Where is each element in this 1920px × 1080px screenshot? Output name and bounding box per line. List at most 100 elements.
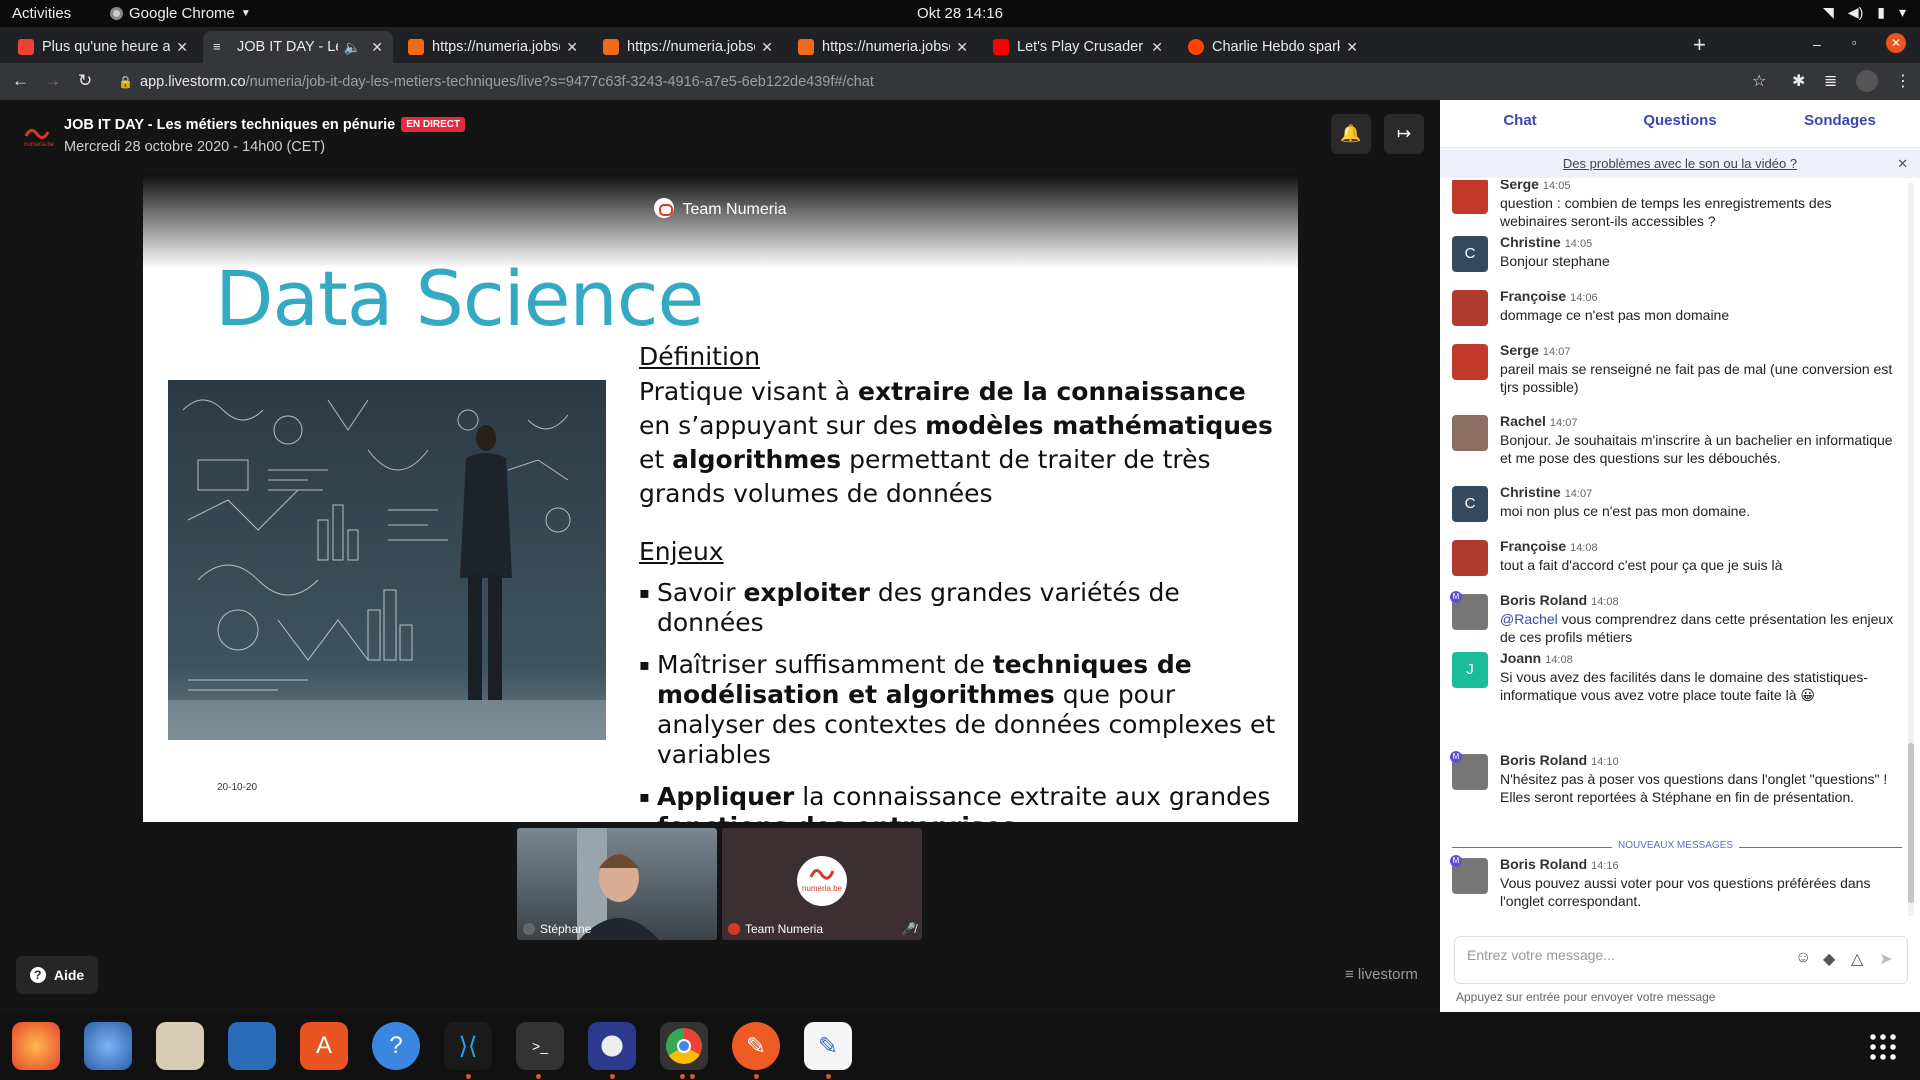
new-messages-label: NOUVEAUX MESSAGES xyxy=(1612,840,1740,851)
blackboard-photo xyxy=(168,380,606,740)
message-time: 14:08 xyxy=(1570,542,1598,554)
audio-icon[interactable]: 🔈 xyxy=(344,39,361,56)
chrome-dock-icon[interactable] xyxy=(660,1022,708,1070)
send-icon[interactable]: ➤ xyxy=(1879,949,1892,969)
moderator-badge: M xyxy=(1450,751,1462,763)
minimize-icon[interactable]: – xyxy=(1813,36,1821,52)
dropbox-icon[interactable]: ◆ xyxy=(1823,949,1835,969)
message-time: 14:07 xyxy=(1549,417,1578,429)
tab-favicon: ≡ xyxy=(213,39,221,54)
new-tab-button[interactable]: + xyxy=(1693,32,1706,58)
tab-polls[interactable]: Sondages xyxy=(1760,100,1920,147)
postman-icon[interactable]: ✎ xyxy=(732,1022,780,1070)
text-run-bold: algorithmes xyxy=(672,445,842,474)
browser-tab[interactable]: Charlie Hebdo sparks Turkish ✕ xyxy=(1178,31,1368,63)
terminal-icon[interactable]: >_ xyxy=(516,1022,564,1070)
message-header: Françoise 14:06 xyxy=(1500,288,1902,304)
drive-icon[interactable]: △ xyxy=(1851,949,1863,969)
text-run: en s’appuyant sur des xyxy=(639,411,926,440)
clock[interactable]: Okt 28 14:16 xyxy=(0,5,1920,22)
back-icon[interactable]: ← xyxy=(12,71,29,91)
address-bar[interactable]: 🔒 app.livestorm.co/numeria/job-it-day-le… xyxy=(108,69,1768,95)
close-tab-icon[interactable]: ✕ xyxy=(371,39,383,56)
chat-messages[interactable]: Serge 14:05 question : combien de temps l… xyxy=(1440,180,1910,920)
profile-avatar[interactable] xyxy=(1856,70,1878,92)
avatar xyxy=(1452,290,1488,326)
close-tab-icon[interactable]: ✕ xyxy=(566,39,578,56)
jobsdays-icon xyxy=(408,39,424,55)
system-tray[interactable]: ◥ ◀) ▮ ▾ xyxy=(1823,4,1906,21)
media-control-icon[interactable]: ≣ xyxy=(1824,71,1837,91)
close-tab-icon[interactable]: ✕ xyxy=(1151,39,1163,56)
files-icon[interactable] xyxy=(156,1022,204,1070)
chat-panel: Chat Questions Sondages Des problèmes av… xyxy=(1440,100,1920,1012)
chat-message: C Christine 14:05 Bonjour stephane xyxy=(1452,234,1902,272)
message-header: Boris Roland 14:16 xyxy=(1500,856,1902,872)
chat-scrollbar-thumb[interactable] xyxy=(1908,743,1914,903)
reload-icon[interactable]: ↻ xyxy=(78,71,92,91)
participant-avatar-icon xyxy=(523,923,535,935)
message-header: Christine 14:05 xyxy=(1500,234,1902,250)
chat-scrollbar[interactable] xyxy=(1908,183,1914,916)
participant-name: Team Numeria xyxy=(745,922,824,936)
mention-link[interactable]: @Rachel xyxy=(1500,611,1558,627)
message-text: tout a fait d'accord c'est pour ça que j… xyxy=(1500,557,1783,573)
lock-icon[interactable]: 🔒 xyxy=(118,69,133,95)
vscode-icon[interactable]: ⟩⟨ xyxy=(444,1022,492,1070)
emoji-icon[interactable]: ☺ xyxy=(1795,949,1811,967)
livestorm-brand[interactable]: ≡ livestorm xyxy=(1345,966,1418,983)
message-time: 14:05 xyxy=(1564,238,1593,250)
close-tab-icon[interactable]: ✕ xyxy=(176,39,188,56)
notifications-button[interactable]: 🔔 xyxy=(1331,114,1371,154)
mic-muted-icon: 🎤̸ xyxy=(901,922,916,936)
av-problem-notice: Des problèmes avec le son ou la vidéo ? … xyxy=(1440,150,1920,178)
menu-kebab-icon[interactable]: ⋮ xyxy=(1895,71,1911,91)
thunderbird-icon[interactable] xyxy=(84,1022,132,1070)
text-run-bold: Appliquer xyxy=(657,782,795,811)
participant-video-team-numeria[interactable]: numeria.be Team Numeria 🎤̸ xyxy=(722,828,922,940)
maximize-icon[interactable]: ▫ xyxy=(1852,35,1857,50)
leave-button[interactable]: ↦ xyxy=(1384,114,1424,154)
av-problem-link[interactable]: Des problèmes avec le son ou la vidéo ? xyxy=(1563,156,1797,171)
message-time: 14:10 xyxy=(1591,756,1619,768)
chat-message: C Christine 14:07 moi non plus ce n'est p… xyxy=(1452,484,1902,522)
bookmark-star-icon[interactable]: ☆ xyxy=(1752,71,1766,91)
tab-title: https://numeria.jobsdays.be xyxy=(627,39,755,55)
libreoffice-writer-icon[interactable] xyxy=(228,1022,276,1070)
text-editor-icon[interactable]: ✎ xyxy=(804,1022,852,1070)
forward-icon[interactable]: → xyxy=(44,71,61,91)
browser-tab[interactable]: Let's Play Crusader Kings ✕ xyxy=(983,31,1173,63)
tab-chat[interactable]: Chat xyxy=(1440,100,1600,153)
tab-questions[interactable]: Questions xyxy=(1600,100,1760,147)
firefox-icon[interactable] xyxy=(12,1022,60,1070)
message-time: 14:05 xyxy=(1542,180,1571,192)
browser-tab[interactable]: https://numeria.jobsdays.be ✕ xyxy=(398,31,588,63)
text-run: Savoir xyxy=(657,578,744,607)
text-run: et xyxy=(639,445,673,474)
help-icon: ? xyxy=(29,967,46,983)
browser-tab-active[interactable]: ≡ JOB IT DAY - Les métiers techniques 🔈 … xyxy=(203,31,393,63)
help-app-icon[interactable]: ? xyxy=(372,1022,420,1070)
close-icon[interactable]: ✕ xyxy=(1897,150,1908,178)
avatar xyxy=(1452,344,1488,380)
close-window-icon[interactable]: ✕ xyxy=(1886,33,1906,53)
extensions-icon[interactable]: ✱ xyxy=(1792,71,1805,91)
message-header: Serge 14:07 xyxy=(1500,342,1902,358)
close-tab-icon[interactable]: ✕ xyxy=(1346,39,1358,56)
event-date: Mercredi 28 octobre 2020 - 14h00 (CET) xyxy=(64,139,326,155)
message-header: Boris Roland 14:08 xyxy=(1500,592,1902,608)
message-composer: ☺ ◆ △ ➤ xyxy=(1454,936,1908,984)
close-tab-icon[interactable]: ✕ xyxy=(761,39,773,56)
software-center-icon[interactable]: A xyxy=(300,1022,348,1070)
message-input[interactable] xyxy=(1467,947,1767,963)
presenter-name: Team Numeria xyxy=(682,201,787,218)
tab-title: Charlie Hebdo sparks Turkish xyxy=(1212,39,1340,55)
browser-tab[interactable]: https://numeria.jobsdays.be ✕ xyxy=(788,31,978,63)
eclipse-icon[interactable] xyxy=(588,1022,636,1070)
close-tab-icon[interactable]: ✕ xyxy=(956,39,968,56)
help-button[interactable]: ? Aide xyxy=(16,956,98,994)
browser-tab[interactable]: https://numeria.jobsdays.be ✕ xyxy=(593,31,783,63)
participant-video-stephane[interactable]: Stéphane xyxy=(517,828,717,940)
show-applications-icon[interactable] xyxy=(1868,1032,1898,1062)
browser-tab[interactable]: Plus qu'une heure avant ✕ xyxy=(8,31,198,63)
